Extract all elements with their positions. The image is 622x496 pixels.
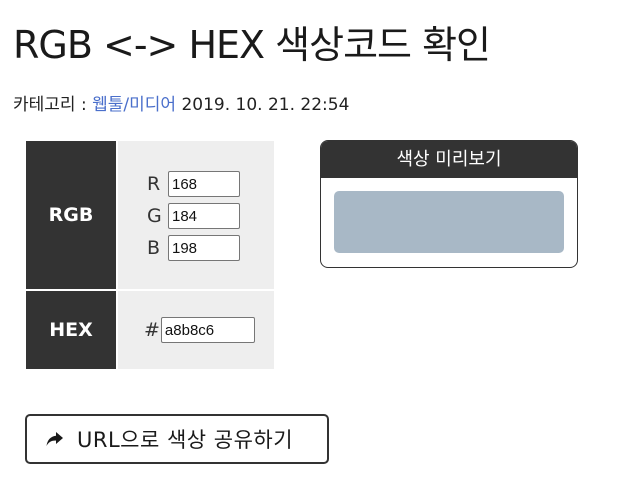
r-label: R [147, 173, 161, 195]
color-preview-box: 색상 미리보기 [320, 140, 578, 268]
category-prefix: 카테고리 : [13, 95, 93, 115]
share-arrow-icon [45, 430, 65, 448]
r-input[interactable] [168, 171, 240, 197]
b-label: B [147, 237, 161, 259]
rgb-row: RGB R G B [26, 141, 274, 291]
b-input[interactable] [168, 235, 240, 261]
hash-symbol: # [144, 319, 160, 341]
rgb-header: RGB [26, 141, 118, 291]
hex-cell: # [117, 290, 274, 369]
hex-input[interactable] [160, 317, 255, 343]
color-converter-table: RGB R G B HEX # [26, 141, 274, 369]
share-url-button[interactable]: URL으로 색상 공유하기 [25, 414, 329, 464]
hex-header: HEX [26, 290, 118, 369]
page-title: RGB <-> HEX 색상코드 확인 [13, 23, 491, 67]
hex-row: HEX # [26, 290, 274, 369]
preview-title: 색상 미리보기 [321, 141, 577, 178]
g-input[interactable] [168, 203, 240, 229]
share-button-label: URL으로 색상 공유하기 [77, 428, 294, 452]
post-meta: 카테고리 : 웹툴/미디어 2019. 10. 21. 22:54 [13, 90, 349, 115]
post-datetime: 2019. 10. 21. 22:54 [181, 95, 350, 115]
color-preview-swatch [334, 191, 564, 253]
rgb-cell: R G B [117, 141, 274, 291]
category-link[interactable]: 웹툴/미디어 [92, 95, 176, 115]
g-label: G [147, 205, 162, 227]
